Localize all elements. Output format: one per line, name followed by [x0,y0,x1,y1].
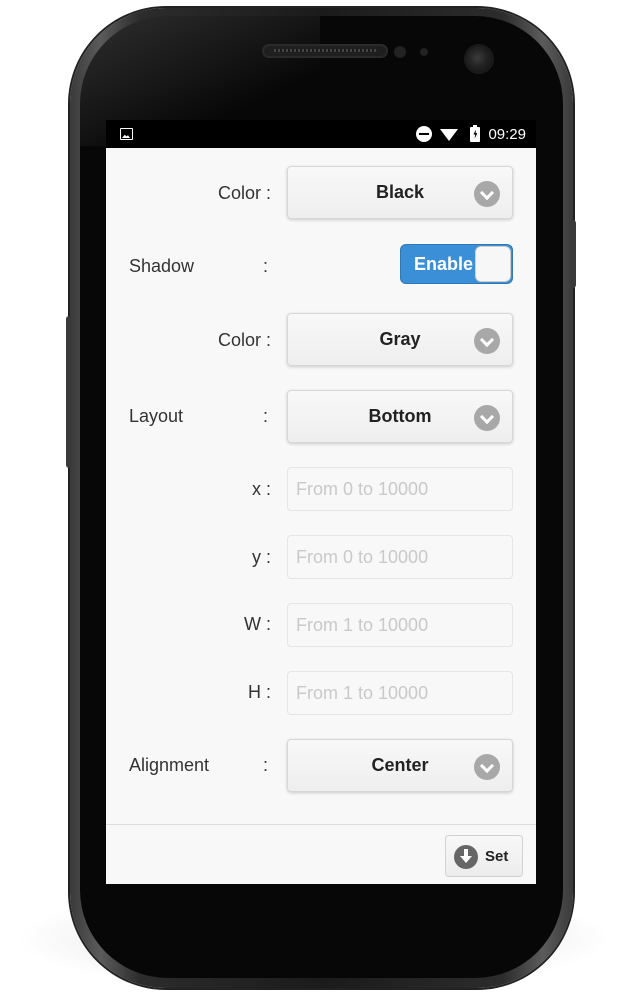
app-screen: 09:29 Color : Black Shadow : Enable Colo… [106,120,536,884]
phone-side-button-left [66,316,72,468]
shadow-toggle[interactable]: Enable [400,244,513,284]
h-label: H : [247,682,271,702]
shadow-colon: : [263,256,269,276]
chevron-down-icon [474,405,500,431]
shadow-toggle-label: Enable [414,254,474,274]
footer-divider [106,824,536,825]
front-camera [466,46,492,72]
w-input[interactable] [287,603,513,647]
h-input[interactable] [287,671,513,715]
color-select[interactable]: Black [287,166,513,219]
status-time: 09:29 [488,125,526,143]
shadow-color-select[interactable]: Gray [287,313,513,366]
alignment-colon: : [263,755,269,775]
x-label: x : [251,479,271,499]
x-input[interactable] [287,467,513,511]
chevron-down-icon [474,328,500,354]
arrow-down-circle-icon [454,845,478,869]
color-label: Color : [217,183,271,203]
set-button[interactable]: Set [445,835,523,877]
shadow-color-label: Color : [217,330,271,350]
phone-side-button-right [570,220,576,288]
y-label: y : [251,547,271,567]
wifi-icon [440,129,459,141]
layout-select[interactable]: Bottom [287,390,513,443]
speaker-grille [262,44,388,58]
y-input[interactable] [287,535,513,579]
w-label: W : [244,614,271,634]
alignment-select[interactable]: Center [287,739,513,792]
layout-label: Layout [129,406,184,426]
set-button-label: Set [485,848,509,865]
shadow-label: Shadow [129,256,195,276]
chevron-down-icon [474,754,500,780]
image-icon [120,128,133,140]
chevron-down-icon [474,181,500,207]
battery-charging-icon [470,124,481,142]
do-not-disturb-icon [416,126,433,142]
toggle-knob [475,246,511,282]
layout-colon: : [263,406,269,426]
status-icons: 09:29 [416,124,526,143]
status-bar: 09:29 [106,120,536,148]
alignment-label: Alignment [129,755,210,775]
proximity-sensor [394,46,406,58]
light-sensor [420,48,428,56]
